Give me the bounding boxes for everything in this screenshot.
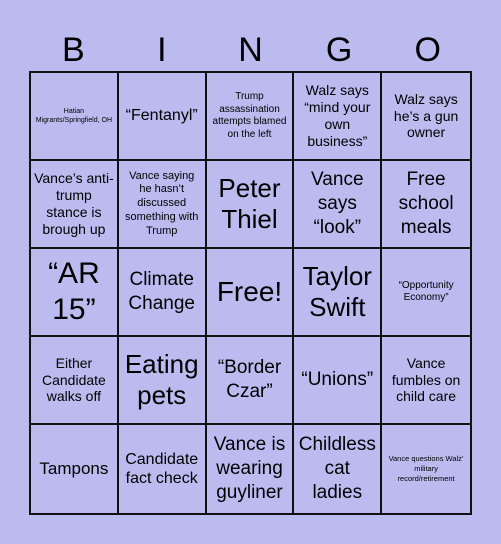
bingo-cell[interactable]: Candidate fact check	[119, 425, 207, 513]
bingo-cell[interactable]: Hatian Migrants/Springfield, OH	[31, 73, 119, 161]
bingo-cell[interactable]: Trump assassination attempts blamed on t…	[206, 73, 295, 161]
bingo-cell[interactable]: Climate Change	[118, 249, 207, 337]
bingo-cell[interactable]: Either Candidate walks off	[31, 337, 119, 425]
header-letter-o: O	[414, 31, 441, 69]
bingo-cell[interactable]: Taylor Swift	[294, 249, 383, 337]
bingo-cell[interactable]: “AR 15”	[31, 249, 119, 337]
header-letter-g: G	[325, 31, 353, 69]
bingo-cell[interactable]: Vance’s anti-trump stance is brough up	[31, 161, 119, 249]
header-letter-i: I	[157, 31, 167, 69]
bingo-cell[interactable]: “Opportunity Economy”	[382, 249, 470, 337]
bingo-cell[interactable]: “Fentanyl”	[118, 73, 207, 161]
bingo-cell[interactable]: Vance is wearing guyliner	[207, 425, 295, 513]
bingo-cell[interactable]: Free school meals	[382, 161, 470, 249]
bingo-cell[interactable]: Peter Thiel	[206, 161, 295, 249]
header-letter-b: B	[61, 31, 85, 69]
bingo-cell[interactable]: Vance says “look”	[294, 161, 383, 249]
bingo-cell[interactable]: Childless cat ladies	[294, 425, 383, 513]
bingo-cell[interactable]: Walz says “mind your own business”	[294, 73, 383, 161]
bingo-cell[interactable]: Vance questions Walz’ military record/re…	[382, 425, 470, 513]
bingo-cell[interactable]: “Unions”	[294, 337, 383, 425]
bingo-cell[interactable]: “Border Czar”	[206, 337, 295, 425]
bingo-cell[interactable]: Vance saying he hasn’t discussed somethi…	[118, 161, 207, 249]
bingo-header: B I N G O	[29, 30, 472, 70]
bingo-cell[interactable]: Vance fumbles on child care	[382, 337, 470, 425]
bingo-cell[interactable]: Walz says he’s a gun owner	[382, 73, 470, 161]
bingo-cell[interactable]: Tampons	[31, 425, 119, 513]
bingo-cell[interactable]: Eating pets	[118, 337, 207, 425]
free-space-cell[interactable]: Free!	[206, 249, 295, 337]
bingo-board: Hatian Migrants/Springfield, OH “Fentany…	[29, 71, 472, 515]
header-letter-n: N	[238, 31, 263, 69]
